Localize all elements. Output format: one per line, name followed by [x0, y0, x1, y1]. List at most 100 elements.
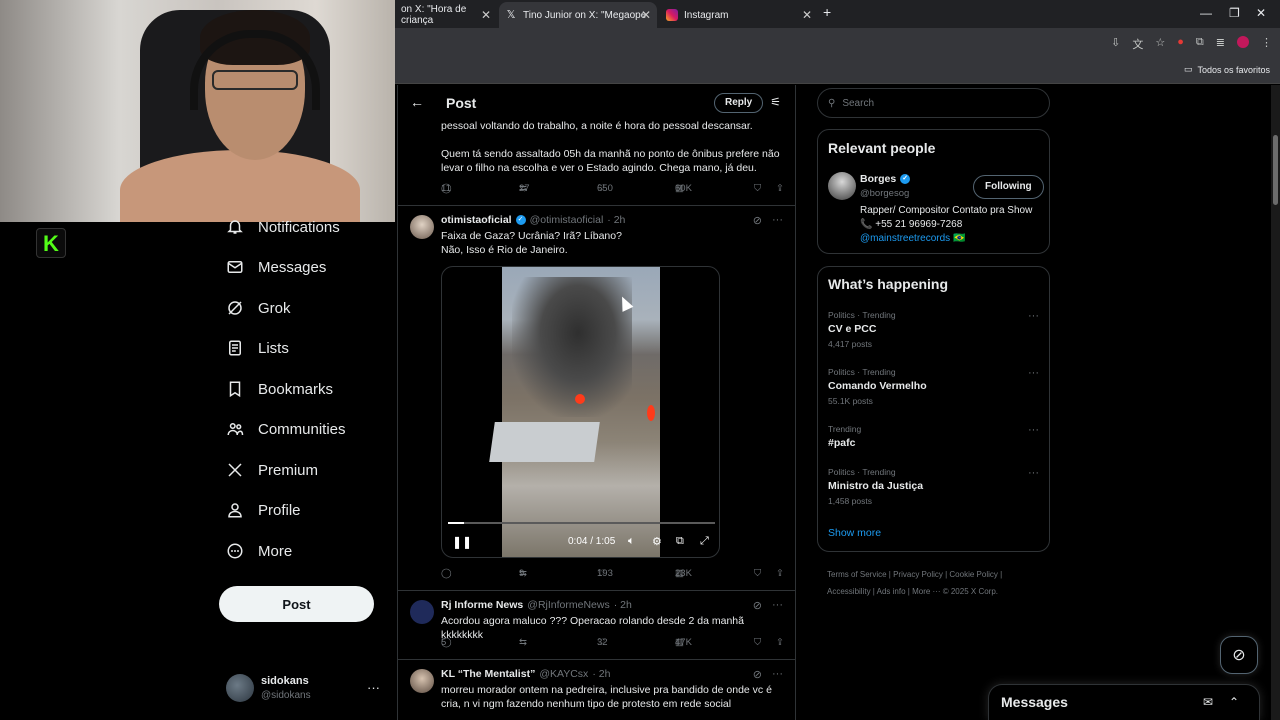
scrollbar-thumb[interactable]	[1273, 135, 1278, 205]
reply-icon: ◯	[441, 568, 452, 579]
fullscreen-icon[interactable]: ⤢	[700, 535, 709, 548]
reply-count: 5	[441, 637, 447, 648]
avatar[interactable]	[410, 215, 434, 239]
messages-dock-title: Messages	[1001, 694, 1068, 710]
more-dots-icon[interactable]: ···	[1028, 424, 1039, 436]
pause-icon[interactable]: ❚❚	[452, 535, 472, 549]
new-tab-button[interactable]: +	[823, 4, 831, 20]
grok-icon[interactable]: ⊘	[753, 668, 762, 681]
trend-item[interactable]: Politics · Trending Ministro da Justiça …	[828, 467, 1043, 506]
sidebar-item-profile[interactable]: Profile	[226, 501, 301, 519]
footer-line[interactable]: Terms of Service | Privacy Policy | Cook…	[827, 566, 1067, 583]
settings-gear-icon[interactable]: ⚙	[652, 535, 662, 548]
post-button[interactable]: Post	[219, 586, 374, 622]
author-handle[interactable]: @otimistaoficial	[530, 214, 604, 226]
bookmark-folder[interactable]: ▭ Todos os favoritos	[1184, 64, 1270, 75]
video-smoke	[512, 277, 632, 417]
mute-icon[interactable]: 🔈︎	[628, 535, 635, 548]
following-button[interactable]: Following	[973, 175, 1044, 199]
sidebar-item-lists[interactable]: Lists	[226, 339, 289, 357]
scrollbar[interactable]	[1271, 85, 1280, 720]
sidebar-item-notifications[interactable]: Notifications	[226, 218, 340, 236]
profile-avatar[interactable]	[1237, 36, 1249, 48]
post-time[interactable]: · 2h	[592, 668, 610, 680]
sidebar-item-communities[interactable]: Communities	[226, 420, 346, 438]
repost-count: 27	[519, 183, 530, 194]
trend-item[interactable]: Politics · Trending Comando Vermelho 55.…	[828, 367, 1043, 406]
media-icon[interactable]: ≣	[1216, 36, 1225, 52]
share-icon[interactable]: ⇪	[776, 183, 784, 194]
more-dots-icon[interactable]: ···	[1028, 367, 1039, 379]
new-message-icon[interactable]: ✉	[1203, 695, 1213, 709]
back-arrow-icon[interactable]: ←	[410, 94, 424, 110]
share-icon[interactable]: ⇪	[776, 637, 784, 648]
pip-icon[interactable]: ⧉	[676, 535, 684, 548]
search-input[interactable]: ⚲ Search	[817, 88, 1050, 118]
bookmark-icon[interactable]: ⛉	[754, 568, 761, 579]
more-dots-icon[interactable]: ···	[1028, 310, 1039, 322]
avatar[interactable]	[828, 172, 856, 200]
trend-item[interactable]: Trending #pafc ···	[828, 424, 1043, 453]
sliders-icon[interactable]: ⚟	[770, 95, 781, 109]
video-progress-track[interactable]	[448, 522, 715, 524]
reply-button[interactable]: Reply	[714, 93, 764, 113]
more-dots-icon[interactable]: ···	[772, 599, 783, 612]
install-icon[interactable]: ⇩	[1111, 36, 1120, 52]
grok-icon[interactable]: ⊘	[753, 214, 762, 227]
avatar[interactable]	[410, 669, 434, 693]
sidebar-item-grok[interactable]: Grok	[226, 299, 291, 317]
close-icon[interactable]: ✕	[481, 8, 491, 22]
minimize-icon[interactable]: —	[1200, 6, 1212, 20]
author-name[interactable]: KL “The Mentalist”	[441, 668, 535, 680]
bookmark-icon[interactable]: ⛉	[754, 637, 761, 648]
webcam-overlay	[0, 0, 395, 222]
avatar	[226, 674, 254, 702]
post-time[interactable]: · 2h	[607, 214, 625, 226]
footer-line[interactable]: Accessibility | Ads info | More ··· © 20…	[827, 583, 1067, 600]
more-dots-icon[interactable]: ···	[367, 680, 380, 695]
close-icon[interactable]: ✕	[802, 8, 812, 22]
account-switcher[interactable]: sidokans @sidokans ···	[226, 672, 386, 706]
translate-icon[interactable]: 文	[1132, 36, 1143, 52]
restore-icon[interactable]: ❐	[1229, 6, 1240, 20]
person-handle[interactable]: @borgesog	[860, 188, 909, 199]
author-handle[interactable]: @RjInformeNews	[527, 599, 609, 611]
puzzle-icon[interactable]: ⧉	[1196, 36, 1204, 52]
star-icon[interactable]: ☆	[1155, 36, 1165, 52]
trend-meta: Trending	[828, 424, 862, 434]
post-time[interactable]: · 2h	[614, 599, 632, 611]
sidebar-item-bookmarks[interactable]: Bookmarks	[226, 380, 333, 398]
window-close-icon[interactable]: ✕	[1256, 6, 1266, 20]
messages-dock[interactable]: Messages ✉ ⌃	[988, 684, 1260, 720]
show-more-link[interactable]: Show more	[828, 527, 881, 539]
more-dots-icon[interactable]: ···	[772, 214, 783, 227]
x-logo-icon	[228, 463, 242, 477]
close-icon[interactable]: ✕	[641, 8, 651, 22]
post-author: KL “The Mentalist” @KAYCsx · 2h	[441, 668, 610, 680]
grok-icon[interactable]: ⊘	[753, 599, 762, 612]
chevron-up-icon[interactable]: ⌃	[1229, 695, 1239, 709]
post-header: ← Post Reply ⚟	[398, 85, 795, 121]
avatar[interactable]	[410, 600, 434, 624]
browser-tab-1[interactable]: on X: "Hora de criança ✕	[395, 2, 497, 28]
browser-tab-2[interactable]: 𝕏 Tino Junior on X: "⁠Megaope ✕	[499, 2, 657, 28]
grok-fab-button[interactable]: ⊘	[1220, 636, 1258, 674]
author-name[interactable]: otimistaoficial	[441, 214, 512, 226]
sidebar-item-premium[interactable]: Premium	[226, 461, 318, 479]
card-title: What’s happening	[828, 276, 949, 292]
kebab-menu-icon[interactable]: ⋮	[1261, 36, 1272, 52]
author-name[interactable]: Rj Informe News	[441, 599, 523, 611]
sidebar-item-messages[interactable]: Messages	[226, 258, 326, 276]
browser-tab-3[interactable]: Instagram ✕	[660, 2, 818, 28]
sidebar-item-more[interactable]: More	[226, 542, 292, 560]
bookmark-icon[interactable]: ⛉	[754, 183, 761, 194]
more-dots-icon[interactable]: ···	[1028, 467, 1039, 479]
video-player[interactable]: ❚❚ 0:04 / 1:05 🔈︎ ⚙ ⧉ ⤢	[441, 266, 720, 558]
extension-red-icon[interactable]: ●	[1177, 36, 1184, 52]
share-icon[interactable]: ⇪	[776, 568, 784, 579]
person-name[interactable]: Borges ✓	[860, 173, 911, 185]
trend-item[interactable]: Politics · Trending CV e PCC 4,417 posts…	[828, 310, 1043, 349]
author-handle[interactable]: @KAYCsx	[539, 668, 588, 680]
person-bio-link[interactable]: @mainstreetrecords 🇧🇷	[860, 233, 965, 244]
more-dots-icon[interactable]: ···	[772, 668, 783, 681]
